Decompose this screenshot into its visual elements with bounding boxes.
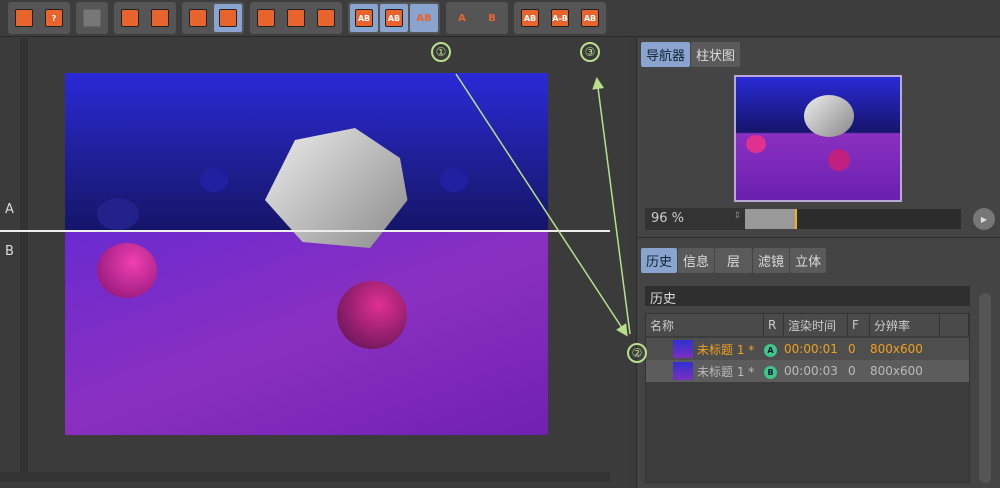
- set-a-icon: A: [458, 12, 466, 24]
- play-icon: ▶: [980, 214, 988, 224]
- table-row[interactable]: 未标题 1 * A 00:00:01 0 800x600: [646, 338, 969, 360]
- label-a: A: [5, 202, 14, 217]
- render-image: [65, 73, 548, 435]
- view-region-button[interactable]: [282, 4, 310, 32]
- zoom-slider-fill: [745, 209, 797, 229]
- vertical-scrollbar[interactable]: [979, 293, 991, 483]
- ab-view-button[interactable]: AB: [380, 4, 408, 32]
- col-f[interactable]: F: [848, 314, 870, 336]
- set-b-icon: B: [488, 12, 496, 24]
- col-r[interactable]: R: [764, 314, 784, 336]
- navigator-panel: 导航器 柱状图 96 % ⇕ ▶: [637, 38, 1000, 238]
- view-frame-icon: [257, 9, 275, 27]
- zoom-slider[interactable]: [745, 209, 961, 229]
- spinner-icon[interactable]: ⇕: [733, 211, 741, 221]
- annotation-1: ①: [431, 42, 451, 62]
- row-resolution: 800x600: [870, 364, 923, 378]
- ab-large-icon: AB: [416, 12, 432, 24]
- ab-split-icon: AB: [355, 9, 373, 27]
- play-button[interactable]: ▶: [973, 208, 995, 230]
- add-to-history-icon: [121, 9, 139, 27]
- row-time: 00:00:01: [784, 342, 838, 356]
- label-b: B: [5, 244, 14, 259]
- right-panel: 导航器 柱状图 96 % ⇕ ▶ 历史 信息 层 滤镜 立体 历史 名称 R 渲染…: [636, 38, 1000, 488]
- badge-b-icon: B: [764, 365, 777, 379]
- badge-a-icon: A: [764, 343, 777, 357]
- compare-icon: [219, 9, 237, 27]
- save-button[interactable]: ?: [40, 4, 68, 32]
- delete-button[interactable]: [184, 4, 212, 32]
- set-b-button[interactable]: B: [478, 4, 506, 32]
- add-to-history-button[interactable]: [116, 4, 144, 32]
- row-frame: 0: [848, 364, 856, 378]
- save-icon: ?: [45, 9, 63, 27]
- ab-horizontal-icon: A-B: [551, 9, 569, 27]
- grid-icon: [83, 9, 101, 27]
- render-viewport[interactable]: A B: [0, 38, 630, 488]
- history-table: 名称 R 渲染时间 F 分辨率 未标题 1 * A 00:00:01 0 800…: [645, 313, 970, 483]
- ab-swap-button[interactable]: AB: [576, 4, 604, 32]
- image-b-half: [65, 231, 548, 435]
- open-button[interactable]: [10, 4, 38, 32]
- import-button[interactable]: [146, 4, 174, 32]
- ab-split-button[interactable]: AB: [350, 4, 378, 32]
- col-name[interactable]: 名称: [646, 314, 764, 336]
- channels-icon: [317, 9, 335, 27]
- annotation-2: ②: [627, 343, 647, 363]
- row-resolution: 800x600: [870, 342, 923, 356]
- col-render-time[interactable]: 渲染时间: [784, 314, 848, 336]
- row-time: 00:00:03: [784, 364, 838, 378]
- ab-horizontal-button[interactable]: A-B: [546, 4, 574, 32]
- tab-info[interactable]: 信息: [678, 248, 715, 273]
- history-panel: 历史 信息 层 滤镜 立体 历史 名称 R 渲染时间 F 分辨率 未标题 1 *…: [637, 243, 1000, 488]
- tab-history[interactable]: 历史: [641, 248, 678, 273]
- tab-navigator[interactable]: 导航器: [641, 42, 691, 67]
- zoom-input[interactable]: 96 % ⇕: [645, 208, 745, 230]
- ab-large-button[interactable]: AB: [410, 4, 438, 32]
- thumbnail: [673, 340, 693, 358]
- delete-icon: [189, 9, 207, 27]
- toolbar: ? AB AB AB AB AB A-B AB: [0, 0, 1000, 37]
- view-frame-button[interactable]: [252, 4, 280, 32]
- history-title: 历史: [645, 286, 970, 307]
- grid-button[interactable]: [78, 4, 106, 32]
- set-a-button[interactable]: A: [448, 4, 476, 32]
- viewport-divider: [20, 38, 28, 478]
- table-header: 名称 R 渲染时间 F 分辨率: [646, 314, 969, 336]
- annotation-3: ③: [580, 42, 600, 62]
- open-icon: [15, 9, 33, 27]
- tab-filters[interactable]: 滤镜: [753, 248, 790, 273]
- ab-view-icon: AB: [385, 9, 403, 27]
- ab-vertical-button[interactable]: AB: [516, 4, 544, 32]
- thumbnail: [673, 362, 693, 380]
- import-icon: [151, 9, 169, 27]
- ab-swap-icon: AB: [581, 9, 599, 27]
- row-name: 未标题 1 *: [697, 342, 755, 357]
- channels-button[interactable]: [312, 4, 340, 32]
- view-region-icon: [287, 9, 305, 27]
- tab-layers[interactable]: 层: [715, 248, 753, 273]
- horizontal-scrollbar[interactable]: [0, 472, 610, 482]
- ab-vertical-icon: AB: [521, 9, 539, 27]
- tab-stereo[interactable]: 立体: [790, 248, 827, 273]
- tab-histogram[interactable]: 柱状图: [691, 42, 741, 67]
- zoom-value: 96 %: [651, 211, 685, 226]
- row-name: 未标题 1 *: [697, 364, 755, 379]
- row-frame: 0: [848, 342, 856, 356]
- table-row[interactable]: 未标题 1 * B 00:00:03 0 800x600: [646, 360, 969, 382]
- ab-split-line[interactable]: [0, 230, 610, 232]
- navigator-thumbnail[interactable]: [734, 75, 902, 202]
- compare-button[interactable]: [214, 4, 242, 32]
- col-resolution[interactable]: 分辨率: [870, 314, 940, 336]
